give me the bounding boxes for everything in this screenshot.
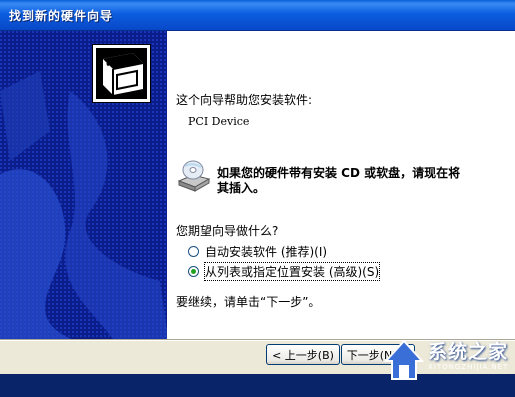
wizard-content: 这个向导帮助您安装软件: PCI Device 如果您的硬件带有安装 CD 或软…: [167, 31, 515, 339]
cd-prompt-line2: 其插入。: [217, 181, 266, 195]
question-label: 您期望向导做什么?: [176, 224, 279, 238]
wizard-window: 找到新的硬件向导 这个向导帮助您安装软件: PCI Device 如果您的硬件带…: [0, 0, 515, 397]
radio-list-label: 从列表或指定位置安装 (高级)(S): [203, 262, 381, 281]
device-name: PCI Device: [188, 115, 250, 128]
watermark-title: 系统之家: [428, 341, 509, 363]
back-button[interactable]: < 上一步(B): [266, 344, 340, 365]
radio-list-install[interactable]: 从列表或指定位置安装 (高级)(S): [188, 262, 381, 281]
intro-text: 这个向导帮助您安装软件:: [176, 93, 313, 107]
title-bar[interactable]: 找到新的硬件向导: [0, 0, 515, 31]
continue-hint: 要继续，请单击“下一步”。: [176, 295, 321, 309]
window-title: 找到新的硬件向导: [9, 9, 114, 23]
hardware-box-icon: [92, 44, 151, 103]
radio-auto-label: 自动安装软件 (推荐)(I): [205, 245, 328, 259]
radio-button-selected[interactable]: [188, 266, 199, 277]
wizard-side-banner: [0, 31, 167, 339]
radio-button[interactable]: [188, 246, 199, 257]
radio-auto-install[interactable]: 自动安装软件 (推荐)(I): [188, 243, 327, 260]
watermark-subtitle: XITONGZHIJIA.NET: [428, 363, 509, 371]
cd-drive-icon: [177, 159, 211, 193]
